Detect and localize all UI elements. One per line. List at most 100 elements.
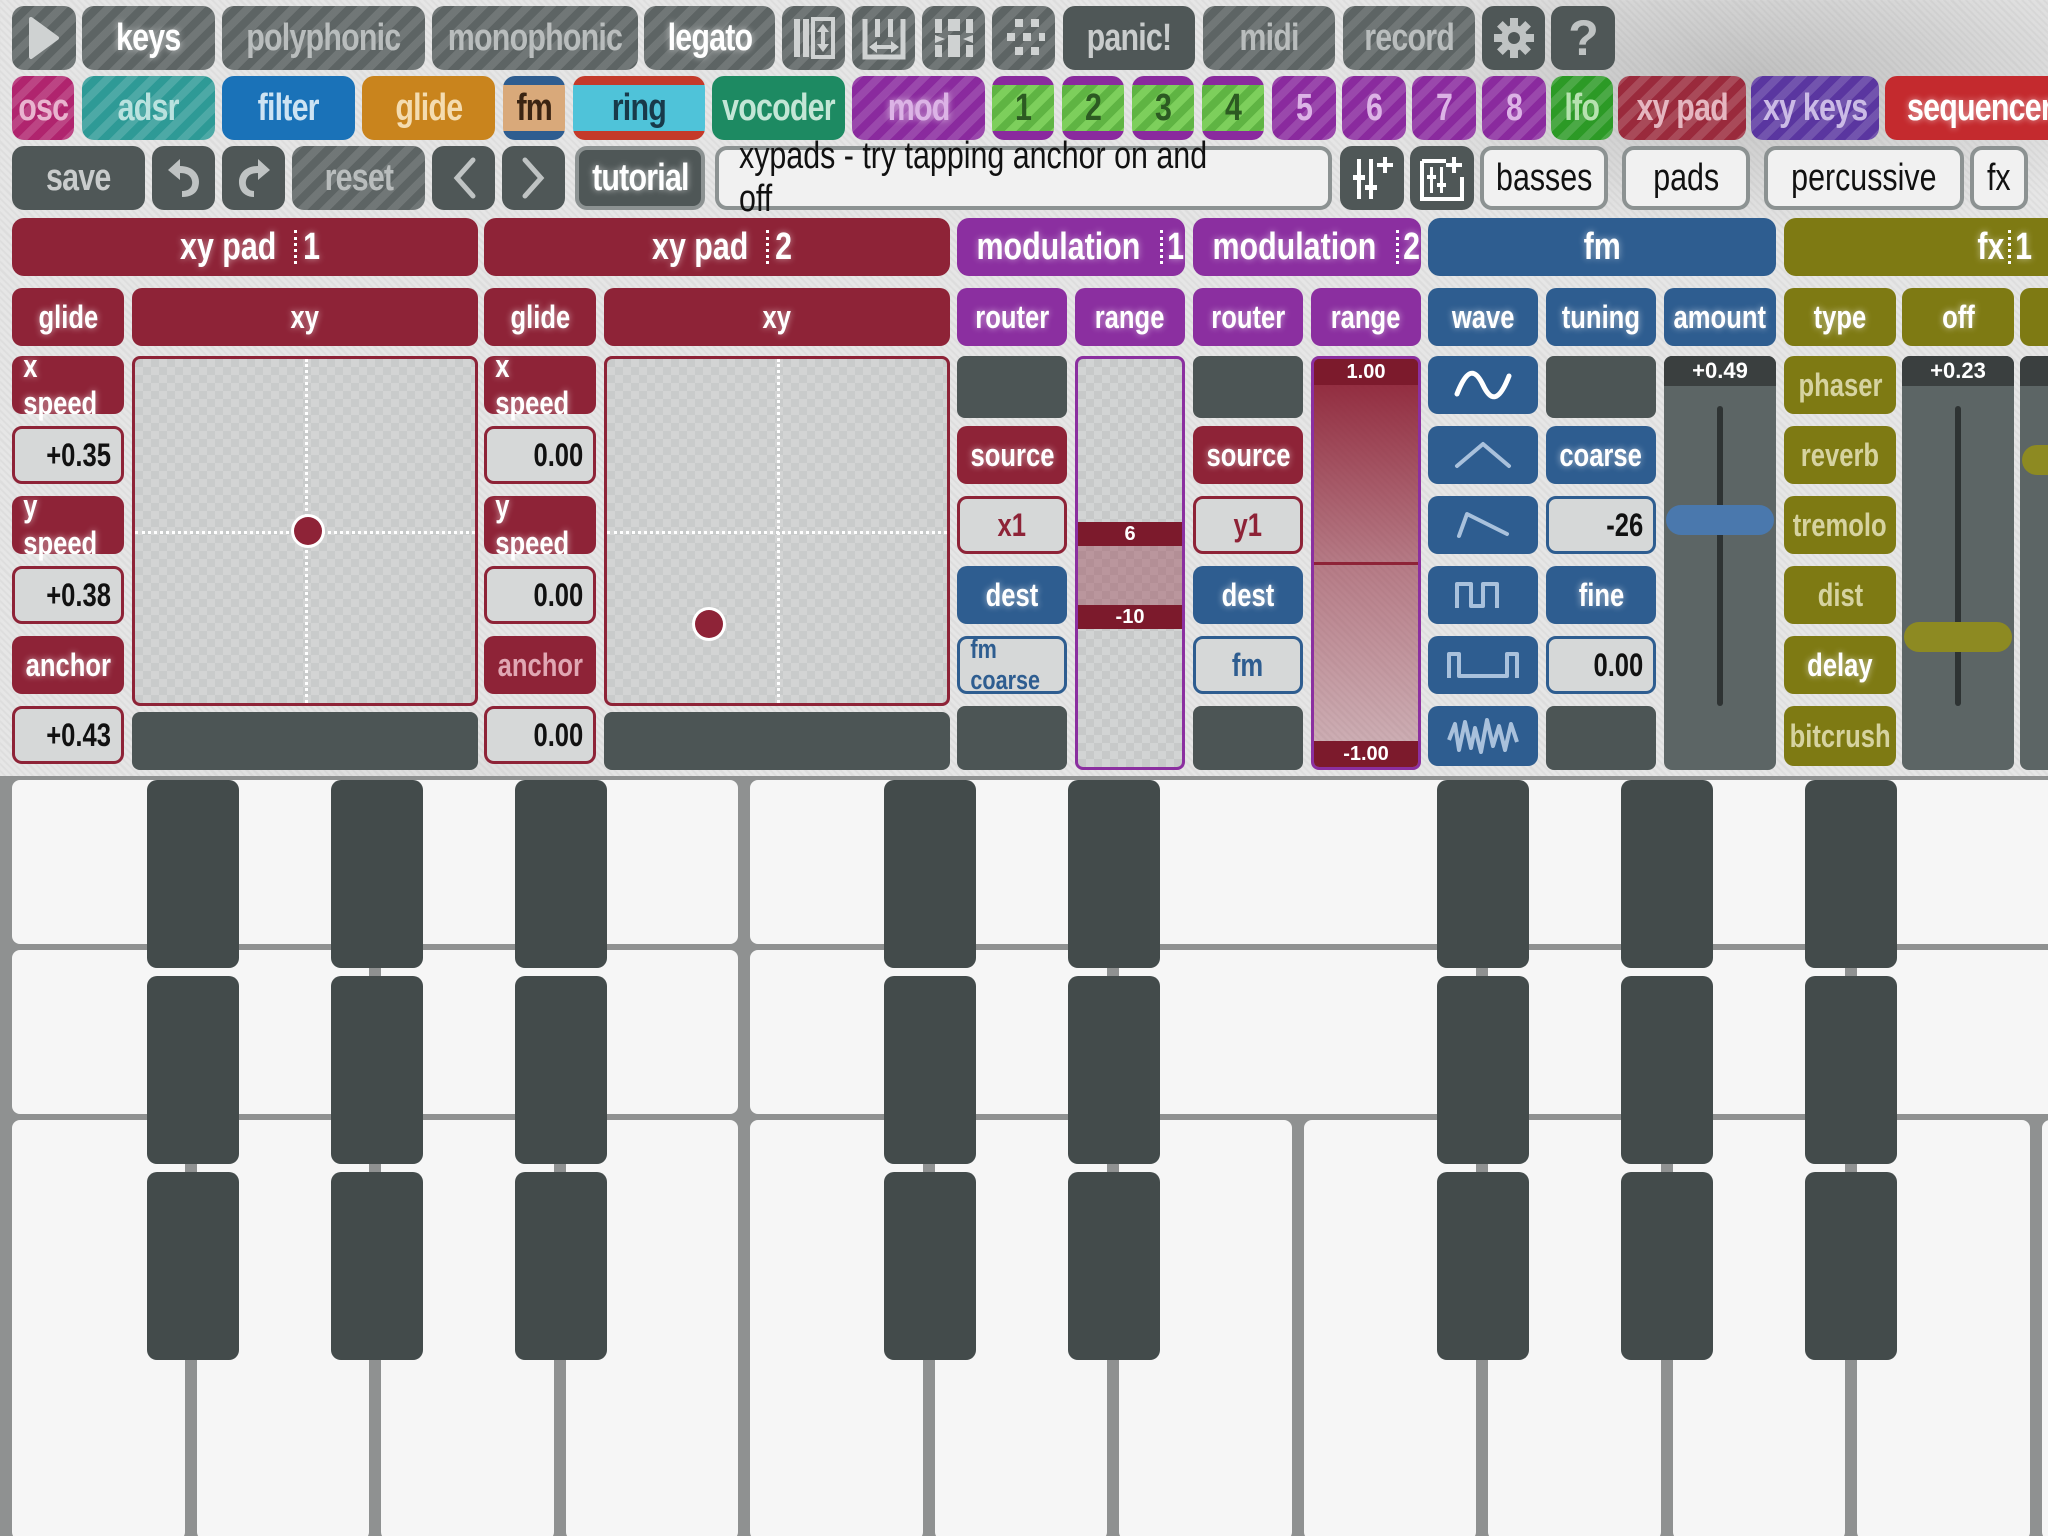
black-key[interactable]: [884, 780, 976, 968]
black-key[interactable]: [884, 976, 976, 1164]
black-key[interactable]: [1437, 1172, 1529, 1360]
tab-mod-2[interactable]: 2: [1062, 76, 1124, 140]
fx1-type-delay[interactable]: delay: [1784, 636, 1896, 694]
black-key[interactable]: [1068, 780, 1160, 968]
fx1-type-button[interactable]: type: [1784, 288, 1896, 346]
mod2-router-button[interactable]: router: [1193, 288, 1303, 346]
keyboard-octave-button[interactable]: [782, 6, 845, 70]
mod2-range-min-handle[interactable]: -1.00: [1314, 741, 1418, 767]
record-button[interactable]: record: [1343, 6, 1475, 70]
tab-mod-6[interactable]: 6: [1342, 76, 1406, 140]
black-key[interactable]: [515, 1172, 607, 1360]
category-pads[interactable]: pads: [1622, 146, 1750, 210]
mod1-source-value[interactable]: x1: [957, 496, 1067, 554]
fm-amount-thumb[interactable]: [1666, 505, 1774, 535]
mod2-source-value[interactable]: y1: [1193, 496, 1303, 554]
fm-wave-pulse[interactable]: [1428, 636, 1538, 694]
fx1-type-dist[interactable]: dist: [1784, 566, 1896, 624]
fx1-level-thumb[interactable]: [1904, 622, 2012, 652]
fx1-type-bitcrush[interactable]: bitcrush: [1784, 706, 1896, 766]
tab-xy-keys[interactable]: xy keys: [1751, 76, 1879, 140]
fm-wave-square[interactable]: [1428, 566, 1538, 624]
add-bank-button[interactable]: [1410, 146, 1474, 210]
mod1-range-min-handle[interactable]: -10: [1078, 605, 1182, 629]
xy2-point-handle[interactable]: [695, 609, 723, 638]
fm-amount-slider[interactable]: +0.49: [1664, 356, 1776, 770]
mod2-range-max-handle[interactable]: 1.00: [1314, 359, 1418, 385]
polyphonic-button[interactable]: polyphonic: [222, 6, 425, 70]
fm-wave-sine[interactable]: [1428, 356, 1538, 414]
preset-name-field[interactable]: xypads - try tapping anchor on and off: [715, 135, 1332, 220]
black-key[interactable]: [1805, 976, 1897, 1164]
black-key[interactable]: [884, 1172, 976, 1360]
tab-vocoder[interactable]: vocoder: [712, 76, 845, 140]
black-key[interactable]: [147, 1172, 239, 1360]
black-key[interactable]: [1621, 780, 1713, 968]
play-button[interactable]: [12, 6, 76, 70]
tab-glide[interactable]: glide: [362, 76, 495, 140]
black-key[interactable]: [1437, 976, 1529, 1164]
fx1-level-slider[interactable]: +0.23: [1902, 356, 2014, 770]
xy1-x-speed-value[interactable]: +0.35: [12, 426, 124, 484]
mod2-dest-value[interactable]: fm: [1193, 636, 1303, 694]
fm-wave-triangle[interactable]: [1428, 426, 1538, 484]
tab-mod-5[interactable]: 5: [1272, 76, 1336, 140]
black-key[interactable]: [147, 780, 239, 968]
black-key[interactable]: [1805, 780, 1897, 968]
tab-ring[interactable]: ring: [573, 76, 705, 140]
reset-button[interactable]: reset: [292, 146, 425, 210]
tab-osc[interactable]: osc: [12, 76, 74, 140]
white-key[interactable]: [2041, 1120, 2048, 1536]
xy2-anchor-value[interactable]: 0.00: [484, 706, 596, 764]
xy2-x-speed-value[interactable]: 0.00: [484, 426, 596, 484]
black-key[interactable]: [331, 1172, 423, 1360]
tab-sequencer[interactable]: sequencer: [1885, 76, 2048, 140]
mod2-range-slider[interactable]: 1.00 -1.00: [1311, 356, 1421, 770]
fm-wave-noise[interactable]: [1428, 706, 1538, 766]
fx1-next-thumb[interactable]: [2022, 445, 2048, 475]
xy-pad-1-area[interactable]: [132, 356, 478, 706]
tab-mod[interactable]: mod: [852, 76, 985, 140]
xy1-glide-button[interactable]: glide: [12, 288, 124, 346]
help-button[interactable]: ?: [1551, 6, 1615, 70]
tab-mod-4[interactable]: 4: [1202, 76, 1264, 140]
black-key[interactable]: [515, 780, 607, 968]
xy1-point-handle[interactable]: [294, 517, 323, 545]
mod2-range-button[interactable]: range: [1311, 288, 1421, 346]
mod2-source-label[interactable]: source: [1193, 426, 1303, 484]
fx1-type-reverb[interactable]: reverb: [1784, 426, 1896, 484]
keys-button[interactable]: keys: [82, 6, 215, 70]
black-key[interactable]: [331, 976, 423, 1164]
mod1-range-button[interactable]: range: [1075, 288, 1185, 346]
undo-button[interactable]: [152, 146, 215, 210]
black-key[interactable]: [331, 780, 423, 968]
xy1-xy-button[interactable]: xy: [132, 288, 478, 346]
xy2-anchor-button[interactable]: anchor: [484, 636, 596, 694]
settings-button[interactable]: [1482, 6, 1545, 70]
black-key[interactable]: [147, 976, 239, 1164]
black-key[interactable]: [1068, 1172, 1160, 1360]
tab-filter[interactable]: filter: [222, 76, 355, 140]
legato-button[interactable]: legato: [644, 6, 775, 70]
xy2-glide-button[interactable]: glide: [484, 288, 596, 346]
black-key[interactable]: [1068, 976, 1160, 1164]
mod1-router-button[interactable]: router: [957, 288, 1067, 346]
tab-fm[interactable]: fm: [503, 76, 565, 140]
tab-mod-8[interactable]: 8: [1482, 76, 1546, 140]
panic-button[interactable]: panic!: [1063, 6, 1195, 70]
mod1-source-label[interactable]: source: [957, 426, 1067, 484]
fx1-next-slider[interactable]: [2020, 356, 2048, 770]
tutorial-button[interactable]: tutorial: [575, 146, 705, 210]
tab-lfo[interactable]: lfo: [1551, 76, 1613, 140]
xy1-anchor-value[interactable]: +0.43: [12, 706, 124, 764]
midi-button[interactable]: midi: [1203, 6, 1335, 70]
mod2-dest-label[interactable]: dest: [1193, 566, 1303, 624]
tab-adsr[interactable]: adsr: [82, 76, 215, 140]
save-button[interactable]: save: [12, 146, 145, 210]
fm-tuning-button[interactable]: tuning: [1546, 288, 1656, 346]
category-percussive[interactable]: percussive: [1764, 146, 1964, 210]
redo-button[interactable]: [222, 146, 285, 210]
xy2-xy-button[interactable]: xy: [604, 288, 950, 346]
mod1-range-slider[interactable]: 6 -10: [1075, 356, 1185, 770]
xy-pad-2-area[interactable]: [604, 356, 950, 706]
